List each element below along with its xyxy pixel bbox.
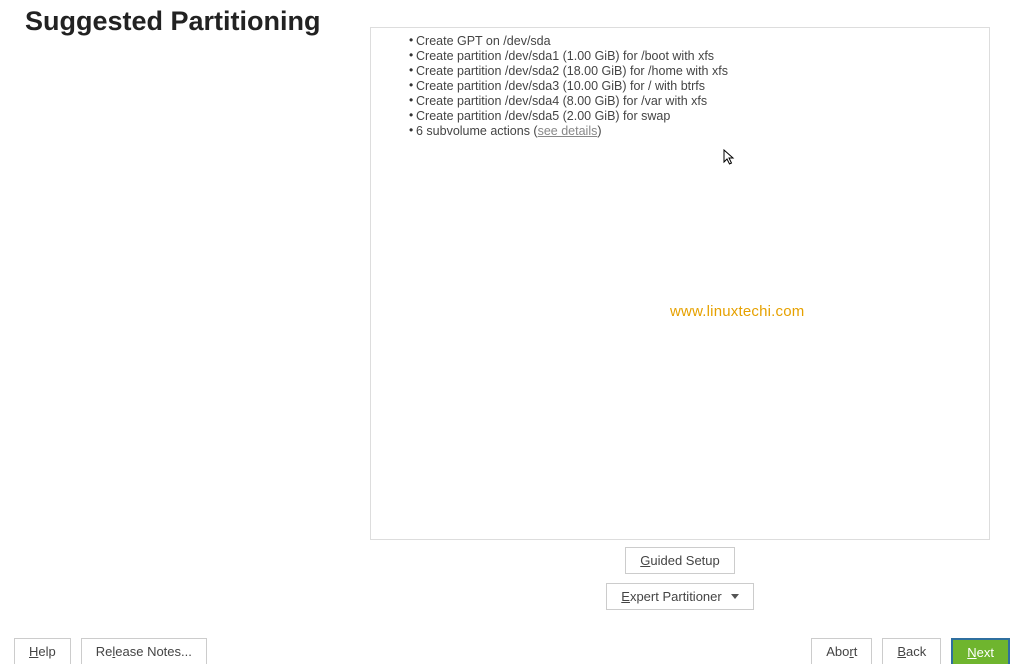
list-item: Create partition /dev/sda1 (1.00 GiB) fo… — [391, 49, 969, 64]
expert-partitioner-button[interactable]: Expert Partitioner — [606, 583, 753, 610]
partition-summary-panel: Create GPT on /dev/sda Create partition … — [370, 27, 990, 540]
page-title: Suggested Partitioning — [25, 6, 321, 37]
list-item: 6 subvolume actions (see details) — [391, 124, 969, 139]
next-button[interactable]: Next — [951, 638, 1010, 664]
watermark: www.linuxtechi.com — [670, 303, 804, 320]
abort-button[interactable]: Abort — [811, 638, 872, 664]
guided-setup-button[interactable]: Guided Setup — [625, 547, 735, 574]
list-item: Create GPT on /dev/sda — [391, 34, 969, 49]
list-item: Create partition /dev/sda5 (2.00 GiB) fo… — [391, 109, 969, 124]
center-button-group: Guided Setup Expert Partitioner — [370, 547, 990, 610]
back-button[interactable]: Back — [882, 638, 941, 664]
list-item: Create partition /dev/sda2 (18.00 GiB) f… — [391, 64, 969, 79]
subvolume-prefix: 6 subvolume actions ( — [416, 124, 538, 138]
release-notes-button[interactable]: Release Notes... — [81, 638, 207, 664]
list-item: Create partition /dev/sda4 (8.00 GiB) fo… — [391, 94, 969, 109]
list-item: Create partition /dev/sda3 (10.00 GiB) f… — [391, 79, 969, 94]
help-button[interactable]: Help — [14, 638, 71, 664]
chevron-down-icon — [731, 594, 739, 599]
see-details-link[interactable]: see details — [538, 124, 598, 138]
partition-action-list: Create GPT on /dev/sda Create partition … — [391, 34, 969, 139]
bottom-bar: Help Release Notes... Abort Back Next — [0, 634, 1024, 664]
subvolume-suffix: ) — [597, 124, 601, 138]
